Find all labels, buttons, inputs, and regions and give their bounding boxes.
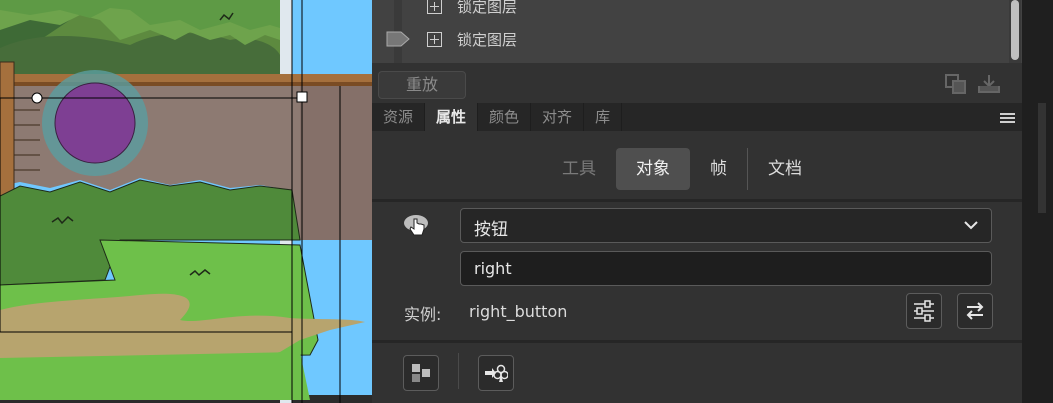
swap-symbol-button[interactable] bbox=[957, 293, 993, 329]
tab-object[interactable]: 对象 bbox=[616, 148, 690, 190]
tab-library[interactable]: 库 bbox=[584, 103, 623, 131]
copy-icon[interactable] bbox=[944, 73, 968, 95]
tab-tool[interactable]: 工具 bbox=[542, 148, 616, 190]
layer-row[interactable]: 锁定图层 bbox=[372, 25, 1022, 53]
tab-assets[interactable]: 资源 bbox=[372, 103, 426, 131]
convert-symbol-button[interactable] bbox=[478, 355, 514, 391]
section-divider bbox=[372, 199, 1022, 202]
replay-button[interactable]: 重放 bbox=[378, 71, 466, 99]
symbol-grid-icon bbox=[412, 364, 430, 382]
tab-frame[interactable]: 帧 bbox=[690, 148, 748, 190]
edit-properties-button[interactable] bbox=[906, 293, 942, 329]
download-icon[interactable] bbox=[976, 73, 1002, 95]
layers-toolbar: 重放 bbox=[372, 63, 1022, 103]
panel-tabs: 资源 属性 颜色 对齐 库 bbox=[372, 103, 1022, 131]
club-arrow-icon bbox=[485, 364, 508, 382]
tab-document[interactable]: 文档 bbox=[748, 148, 822, 190]
expand-icon[interactable] bbox=[427, 31, 442, 47]
layers-list: 锁定图层 锁定图层 bbox=[372, 0, 1022, 63]
tab-color[interactable]: 颜色 bbox=[478, 103, 532, 131]
chevron-down-icon bbox=[964, 221, 978, 230]
properties-panel: 锁定图层 锁定图层 重放 资源 属性 颜色 对齐 库 工具 对象 帧 文档 按钮… bbox=[372, 0, 1053, 403]
tab-properties[interactable]: 属性 bbox=[425, 103, 479, 131]
instance-label: 实例: bbox=[404, 305, 442, 324]
layer-tag-icon bbox=[386, 31, 410, 47]
toolbar-separator bbox=[458, 353, 459, 389]
layer-label: 锁定图层 bbox=[457, 30, 518, 49]
hand-pointer-icon bbox=[404, 215, 428, 236]
layers-scrollbar[interactable] bbox=[1009, 0, 1021, 63]
swap-icon bbox=[966, 302, 984, 320]
symbol-type-select[interactable]: 按钮 bbox=[460, 208, 992, 243]
panel-scrollbar[interactable] bbox=[1022, 0, 1053, 403]
layer-row[interactable]: 锁定图层 bbox=[372, 0, 1022, 20]
stage-artwork bbox=[0, 0, 372, 403]
symbol-grid-button[interactable] bbox=[403, 355, 439, 391]
section-divider bbox=[372, 340, 1022, 343]
layer-label: 锁定图层 bbox=[457, 0, 518, 16]
instance-name-input[interactable]: right bbox=[460, 251, 992, 286]
expand-icon[interactable] bbox=[427, 0, 442, 14]
tab-align[interactable]: 对齐 bbox=[531, 103, 585, 131]
sliders-icon bbox=[914, 300, 934, 322]
instance-symbol-value: right_button bbox=[469, 302, 568, 321]
properties-mode-switch: 工具 对象 帧 文档 bbox=[542, 148, 822, 190]
menu-icon[interactable] bbox=[1000, 113, 1015, 123]
stage-canvas[interactable] bbox=[0, 0, 372, 403]
symbol-type-value: 按钮 bbox=[474, 220, 508, 240]
instance-name-value: right bbox=[474, 259, 512, 278]
